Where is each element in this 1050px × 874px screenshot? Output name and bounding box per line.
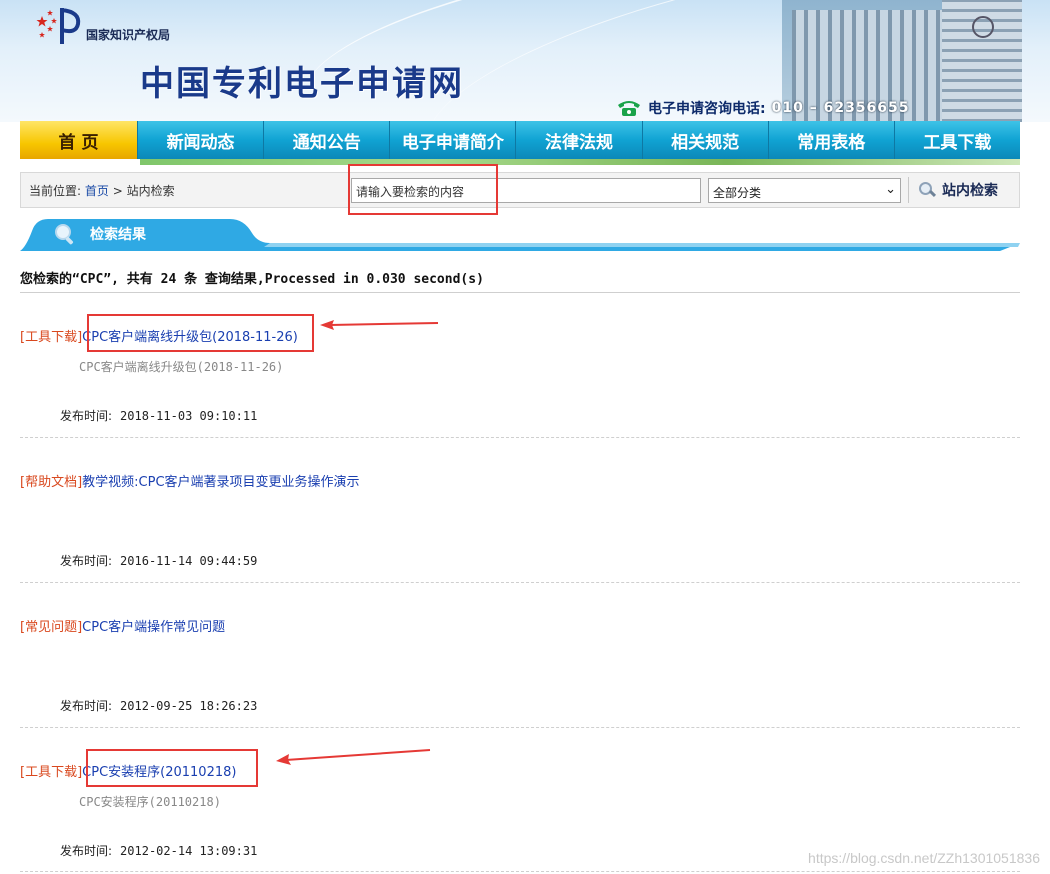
result-description: CPC安装程序(20110218): [79, 795, 221, 809]
result-description: CPC客户端离线升级包(2018-11-26): [79, 360, 284, 374]
result-date-label: 发布时间:: [60, 409, 113, 423]
results-tab-shape: [20, 219, 1020, 251]
breadcrumb: 当前位置: 首页 > 站内检索: [29, 182, 175, 199]
search-icon: [918, 181, 936, 199]
breadcrumb-home-link[interactable]: 首页: [85, 184, 109, 198]
result-date: 发布时间: 2016-11-14 09:44:59: [60, 552, 257, 569]
org-name: 国家知识产权局: [86, 28, 171, 42]
result-category-link[interactable]: [工具下载]: [20, 765, 82, 780]
nav-item-forms[interactable]: 常用表格: [769, 121, 895, 159]
nav-item-home[interactable]: 首 页: [20, 121, 138, 159]
nav-item-standards[interactable]: 相关规范: [643, 121, 769, 159]
magnifier-icon: [55, 224, 74, 245]
nav-decoration: [140, 159, 1020, 165]
result-date-value: 2012-02-14 13:09:31: [120, 844, 258, 858]
result-title-link[interactable]: CPC客户端操作常见问题: [82, 620, 225, 635]
result-separator: [20, 437, 1020, 438]
nav-item-notices[interactable]: 通知公告: [264, 121, 391, 159]
phone-icon: [618, 101, 640, 116]
result-date-value: 2012-09-25 18:26:23: [120, 699, 258, 713]
site-header: 国家知识产权局 中国专利电子申请网 电子申请咨询电话: 010 – 623566…: [0, 0, 1050, 122]
watermark: https://blog.csdn.net/ZZh1301051836: [808, 850, 1040, 866]
results-tab-bar: 检索结果: [20, 217, 1020, 251]
breadcrumb-separator: >: [112, 184, 123, 198]
phone-info: 电子申请咨询电话: 010 – 62356655: [616, 98, 910, 118]
chevron-down-icon: ⌄: [885, 182, 896, 197]
result-separator: [20, 727, 1020, 728]
result-date-label: 发布时间:: [60, 699, 113, 713]
result-date: 发布时间: 2018-11-03 09:10:11: [60, 407, 257, 424]
annotation-box-result-1: [87, 314, 314, 352]
divider: [20, 292, 1020, 293]
result-date-label: 发布时间:: [60, 844, 113, 858]
breadcrumb-current: 站内检索: [126, 184, 175, 198]
search-summary: 您检索的“CPC”, 共有 24 条 查询结果,Processed in 0.0…: [20, 272, 484, 287]
annotation-arrow-icon: [276, 749, 431, 765]
toolbar-divider: [908, 177, 909, 203]
main-nav: 首 页 新闻动态 通知公告 电子申请简介 法律法规 相关规范 常用表格 工具下载: [20, 121, 1020, 159]
result-date: 发布时间: 2012-09-25 18:26:23: [60, 697, 257, 714]
nav-item-tool-downloads[interactable]: 工具下载: [895, 121, 1020, 159]
result-date-value: 2018-11-03 09:10:11: [120, 409, 258, 423]
annotation-box-result-4: [86, 749, 258, 787]
annotation-box-search: [348, 164, 498, 215]
result-title-row: [帮助文档]教学视频:CPC客户端著录项目变更业务操作演示: [20, 471, 360, 490]
phone-label: 电子申请咨询电话:: [648, 101, 766, 117]
category-select[interactable]: 全部分类 ⌄: [708, 178, 901, 203]
nav-item-news[interactable]: 新闻动态: [138, 121, 265, 159]
site-search-button[interactable]: 站内检索: [918, 180, 998, 200]
breadcrumb-prefix: 当前位置:: [29, 184, 82, 198]
result-date-label: 发布时间:: [60, 554, 113, 568]
results-tab-label: 检索结果: [90, 227, 146, 243]
result-separator: [20, 582, 1020, 583]
result-category-link[interactable]: [常见问题]: [20, 620, 82, 635]
nav-item-e-filing-intro[interactable]: 电子申请简介: [390, 121, 517, 159]
result-date-value: 2016-11-14 09:44:59: [120, 554, 258, 568]
result-separator: [20, 871, 1020, 872]
result-date: 发布时间: 2012-02-14 13:09:31: [60, 842, 257, 859]
annotation-arrow-icon: [320, 320, 439, 330]
site-title: 中国专利电子申请网: [140, 64, 464, 104]
phone-number: 010 – 62356655: [771, 100, 910, 116]
result-category-link[interactable]: [帮助文档]: [20, 475, 82, 490]
result-title-row: [常见问题]CPC客户端操作常见问题: [20, 616, 225, 635]
location-search-bar: 当前位置: 首页 > 站内检索 请输入要检索的内容 全部分类 ⌄ 站内检索: [20, 172, 1020, 208]
category-select-value: 全部分类: [713, 186, 762, 200]
nav-item-laws[interactable]: 法律法规: [516, 121, 643, 159]
site-search-button-label: 站内检索: [942, 183, 998, 199]
result-category-link[interactable]: [工具下载]: [20, 330, 82, 345]
result-title-link[interactable]: 教学视频:CPC客户端著录项目变更业务操作演示: [82, 475, 359, 490]
sipo-logo-icon: [36, 8, 81, 44]
